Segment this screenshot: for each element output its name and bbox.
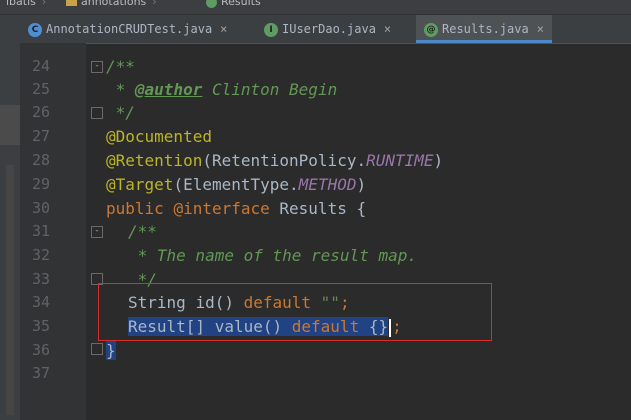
breadcrumb-label: Results [221,0,261,8]
breadcrumb-item-results[interactable]: Results [206,0,261,11]
code-editor[interactable]: /** * @author Clinton Begin */ @Document… [86,43,631,420]
close-icon[interactable]: × [220,22,227,36]
breadcrumb-item-annotations[interactable]: annotations › [66,0,157,11]
line-number: 33 [31,270,50,288]
tab-label: Results.java [442,22,529,36]
keyword-text: @interface [173,199,270,218]
constant-text: METHOD [298,175,357,194]
line-number: 31 [31,222,50,240]
annotation-icon: @ [424,22,438,37]
breadcrumb-label: ibatis [6,0,36,8]
breadcrumb: ibatis › annotations › Results [0,0,631,15]
tab-label: AnnotationCRUDTest.java [46,22,213,36]
code-text: ) [433,151,444,170]
line-number: 35 [31,317,50,335]
tool-window-tab[interactable] [0,105,20,145]
comment-text: * [106,80,135,99]
annotation-text: @Retention [106,151,203,170]
interface-icon: I [264,22,278,37]
project-tool-strip [0,15,21,420]
highlight-box [98,283,492,341]
comment-text: */ [106,103,135,122]
line-number: 28 [31,151,50,169]
editor-tab-bar: C AnnotationCRUDTest.java × I IUserDao.java… [20,15,631,44]
close-icon[interactable]: × [384,22,391,36]
breadcrumb-label: annotations [81,0,147,8]
line-number: 30 [31,199,50,217]
line-number: 29 [31,175,50,193]
line-number: 32 [31,246,50,264]
javadoc-tag: @author [134,80,203,99]
annotation-class-icon [206,0,217,8]
code-line-31: /** [128,220,157,243]
code-text: (RetentionPolicy. [202,151,367,170]
tab-label: IUserDao.java [282,22,376,36]
chevron-right-icon: › [152,0,157,8]
close-icon[interactable]: × [537,22,544,36]
folder-icon [66,0,77,6]
comment-text: /** [106,57,135,76]
tab-annotationcrudtest[interactable]: C AnnotationCRUDTest.java × [20,15,235,43]
code-line-24: /** [106,55,135,78]
tab-iuserdao[interactable]: I IUserDao.java × [256,15,399,43]
annotation-text: @Target [106,175,174,194]
code-line-36: } [106,339,116,362]
selected-text[interactable]: } [106,341,116,360]
code-line-25: * @author Clinton Begin [106,78,338,101]
code-line-28: @Retention(RetentionPolicy.RUNTIME) [106,149,443,172]
code-line-30: public @interface Results { [106,197,366,220]
tab-results[interactable]: @ Results.java × [416,15,552,43]
code-text: ) [356,175,367,194]
line-number: 36 [31,341,50,359]
chevron-right-icon: › [41,0,47,8]
code-line-32: * The name of the result map. [128,244,417,267]
line-number: 34 [31,293,50,311]
line-number: 37 [31,364,50,382]
code-text: (ElementType. [173,175,299,194]
code-text: Results { [269,199,367,218]
comment-text: Clinton Begin [202,80,338,99]
class-icon: C [28,22,42,37]
line-number: 24 [31,57,50,75]
code-line-27: @Documented [106,125,212,148]
line-number: 27 [31,127,50,145]
line-number: 26 [31,103,50,121]
code-line-29: @Target(ElementType.METHOD) [106,173,366,196]
annotation-text: @Documented [106,127,212,146]
comment-text: * The name of the result map. [128,246,417,265]
code-line-26: */ [106,101,135,124]
scroll-track[interactable] [6,165,14,415]
comment-text: /** [128,222,157,241]
keyword-text: public [106,199,174,218]
constant-text: RUNTIME [366,151,434,170]
line-number: 25 [31,80,50,98]
breadcrumb-item-ibatis[interactable]: ibatis › [6,0,46,11]
